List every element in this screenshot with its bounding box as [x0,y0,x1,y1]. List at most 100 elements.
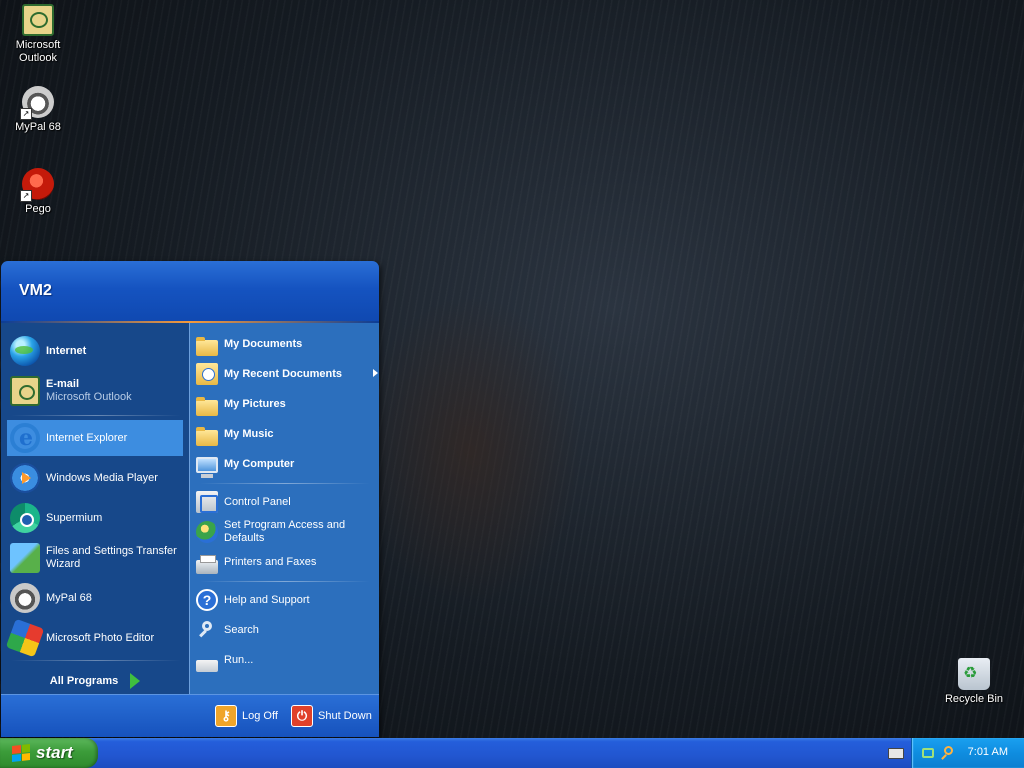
desktop-icon-label-line: Microsoft [15,39,61,51]
desktop-icon-mypal[interactable]: ↗ MyPal 68 [0,86,76,134]
pinned-item-email[interactable]: E-mail Microsoft Outlook [7,371,183,411]
mypal-icon [10,583,40,613]
places-item-program-access[interactable]: Set Program Access and Defaults [196,517,379,547]
power-icon: ⏻ [291,705,313,727]
windows-logo-icon [12,744,30,762]
shortcut-arrow-icon: ↗ [20,190,32,202]
media-player-icon [10,463,40,493]
recent-item-supermium[interactable]: Supermium [7,500,183,536]
item-label: Internet [46,344,87,357]
shut-down-label: Shut Down [318,710,372,722]
music-folder-icon [196,427,218,446]
separator [11,415,181,416]
desktop-icon-pego[interactable]: ↗ Pego [0,168,76,216]
places-item-my-recent-documents[interactable]: My Recent Documents [196,361,379,387]
supermium-icon [10,503,40,533]
system-tray: 7:01 AM [911,738,1024,768]
folder-icon [196,337,218,356]
item-label: My Music [224,427,274,440]
start-menu: VM2 Internet E-mail Microsoft Outlook In… [1,261,379,737]
places-item-my-music[interactable]: My Music [196,421,379,447]
pego-icon: ↗ [20,168,54,202]
item-label: E-mail [46,378,80,390]
run-icon [196,660,218,672]
recent-item-photo-editor[interactable]: Microsoft Photo Editor [5,618,183,658]
recycle-bin-icon [958,658,990,690]
start-menu-header: VM2 [1,261,379,323]
computer-icon [196,457,218,478]
desktop-icon-outlook[interactable]: Microsoft Outlook [0,4,76,65]
desktop-icon-label-line: Outlook [19,52,57,64]
start-menu-body: Internet E-mail Microsoft Outlook Intern… [1,323,379,695]
search-icon [196,619,218,641]
item-label: Help and Support [224,593,310,606]
item-label: My Pictures [224,397,286,410]
item-label: Internet Explorer [46,431,128,444]
item-label: Search [224,623,259,636]
network-icon[interactable] [922,746,936,760]
pictures-folder-icon [196,397,218,416]
recent-documents-icon [196,363,218,385]
control-panel-icon [196,491,218,513]
item-label: MyPal 68 [46,591,92,604]
desktop-icon-label: Recycle Bin [944,693,1004,705]
search-icon[interactable] [940,746,954,760]
start-label: start [36,743,73,762]
item-label: Printers and Faxes [224,555,317,568]
desktop-icon-label: Microsoft Outlook [0,39,76,65]
item-label: Supermium [46,511,103,524]
places-item-control-panel[interactable]: Control Panel [196,489,379,515]
key-icon: ⚷ [215,705,237,727]
outlook-icon [10,376,40,406]
printer-icon [196,555,218,574]
item-label: My Documents [224,337,303,350]
places-item-my-computer[interactable]: My Computer [196,451,379,478]
item-label: Run... [224,653,254,666]
log-off-label: Log Off [242,710,278,722]
recent-item-windows-media-player[interactable]: Windows Media Player [7,460,183,496]
start-menu-footer: ⚷ Log Off ⏻ Shut Down [1,694,379,737]
recent-item-mypal[interactable]: MyPal 68 [7,580,183,616]
recent-item-internet-explorer[interactable]: Internet Explorer [7,420,183,456]
places-item-search[interactable]: Search [196,617,379,643]
separator [200,581,370,582]
internet-explorer-icon [10,423,40,453]
item-sublabel: Microsoft Outlook [46,391,132,403]
photo-editor-icon [5,618,45,658]
start-menu-programs-pane: Internet E-mail Microsoft Outlook Intern… [1,323,189,695]
places-item-help-and-support[interactable]: ? Help and Support [196,587,379,613]
desktop-icon-recycle-bin[interactable]: Recycle Bin [936,658,1012,706]
separator [200,483,370,484]
pinned-item-internet[interactable]: Internet [7,331,183,371]
shut-down-button[interactable]: ⏻ Shut Down [291,704,372,728]
taskbar: start 7:01 AM [0,738,1024,768]
keyboard-icon[interactable] [888,748,904,759]
separator [11,660,181,661]
item-label: Defaults [224,532,265,544]
item-label: My Recent Documents [224,367,342,380]
log-off-button[interactable]: ⚷ Log Off [215,704,278,728]
transfer-wizard-icon [10,543,40,573]
desktop-icon-label: MyPal 68 [15,121,61,133]
globe-icon [10,336,40,366]
item-label: Wizard [46,558,81,570]
item-label: Microsoft Photo Editor [46,631,155,644]
help-icon: ? [196,589,218,611]
start-menu-places-pane: My Documents My Recent Documents My Pict… [189,323,379,695]
mypal-icon: ↗ [20,86,54,120]
submenu-arrow-icon [373,369,378,377]
outlook-icon [22,4,54,36]
clock[interactable]: 7:01 AM [968,746,1008,758]
shortcut-arrow-icon: ↗ [20,108,32,120]
places-item-run[interactable]: Run... [196,647,379,673]
places-item-printers-and-faxes[interactable]: Printers and Faxes [196,549,379,575]
places-item-my-documents[interactable]: My Documents [196,331,379,357]
all-programs-label: All Programs [49,675,119,687]
recent-item-transfer-wizard[interactable]: Files and Settings Transfer Wizard [7,540,183,576]
desktop-icon-label: Pego [25,203,51,215]
start-button[interactable]: start [0,738,98,768]
program-access-icon [196,521,218,543]
item-label: My Computer [224,457,295,470]
places-item-my-pictures[interactable]: My Pictures [196,391,379,417]
user-name: VM2 [19,282,52,299]
